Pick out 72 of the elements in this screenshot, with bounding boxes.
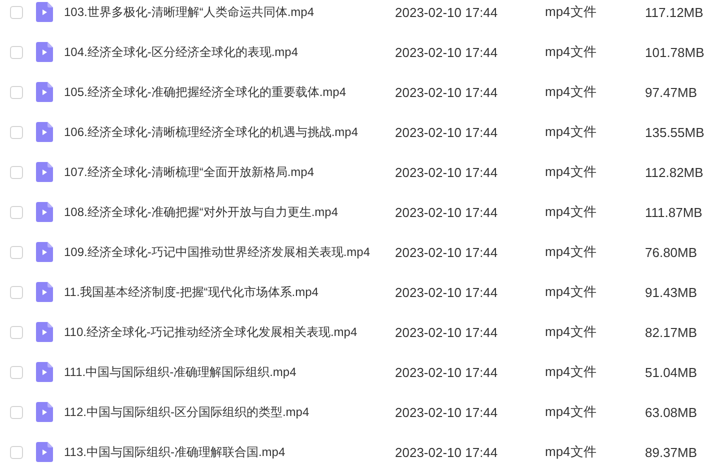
- checkbox[interactable]: [10, 86, 23, 98]
- file-name[interactable]: 105.经济全球化-准确把握经济全球化的重要载体.mp4: [64, 84, 395, 100]
- modified-date: 2023-02-10 17:44: [395, 124, 499, 140]
- modified-date: 2023-02-10 17:44: [395, 444, 499, 460]
- file-size: 117.12MB: [645, 4, 704, 20]
- file-name[interactable]: 113.中国与国际组织-准确理解联合国.mp4: [64, 444, 395, 460]
- modified-date: 2023-02-10 17:44: [395, 324, 499, 340]
- modified-date: 2023-02-10 17:44: [395, 364, 499, 380]
- file-size: 135.55MB: [645, 124, 704, 140]
- modified-date: 2023-02-10 17:44: [395, 4, 499, 20]
- file-size: 63.08MB: [645, 404, 698, 420]
- checkbox[interactable]: [10, 366, 23, 378]
- file-name[interactable]: 108.经济全球化-准确把握“对外开放与自力更生.mp4: [64, 204, 395, 220]
- file-name[interactable]: 112.中国与国际组织-区分国际组织的类型.mp4: [64, 404, 395, 420]
- checkbox[interactable]: [10, 286, 23, 298]
- modified-date: 2023-02-10 17:44: [395, 404, 499, 420]
- file-type: mp4文件: [545, 363, 598, 381]
- video-file-icon: [36, 162, 53, 182]
- video-file-icon: [36, 42, 53, 62]
- file-size: 97.47MB: [645, 84, 698, 100]
- checkbox[interactable]: [10, 406, 23, 418]
- file-size: 89.37MB: [645, 444, 698, 460]
- video-file-icon: [36, 282, 53, 302]
- video-file-icon: [36, 402, 53, 422]
- file-type: mp4文件: [545, 403, 598, 421]
- file-size: 101.78MB: [645, 44, 704, 60]
- file-type: mp4文件: [545, 83, 598, 101]
- video-file-icon: [36, 322, 53, 342]
- video-file-icon: [36, 242, 53, 262]
- modified-date: 2023-02-10 17:44: [395, 44, 499, 60]
- video-file-icon: [36, 2, 53, 22]
- video-file-icon: [36, 362, 53, 382]
- file-name[interactable]: 104.经济全球化-区分经济全球化的表现.mp4: [64, 44, 395, 60]
- file-type: mp4文件: [545, 243, 598, 261]
- file-size: 112.82MB: [645, 164, 704, 180]
- file-type: mp4文件: [545, 283, 598, 301]
- checkbox[interactable]: [10, 166, 23, 178]
- file-name[interactable]: 106.经济全球化-清晰梳理经济全球化的机遇与挑战.mp4: [64, 124, 395, 140]
- file-name[interactable]: 103.世界多极化-清晰理解“人类命运共同体.mp4: [64, 4, 395, 20]
- modified-date: 2023-02-10 17:44: [395, 284, 499, 300]
- file-type: mp4文件: [545, 323, 598, 341]
- file-type: mp4文件: [545, 163, 598, 181]
- modified-date: 2023-02-10 17:44: [395, 84, 499, 100]
- video-file-icon: [36, 202, 53, 222]
- checkbox[interactable]: [10, 326, 23, 338]
- checkbox[interactable]: [10, 246, 23, 258]
- file-type: mp4文件: [545, 3, 598, 21]
- file-name[interactable]: 111.中国与国际组织-准确理解国际组织.mp4: [64, 364, 395, 380]
- file-type: mp4文件: [545, 43, 598, 61]
- checkbox[interactable]: [10, 446, 23, 458]
- video-file-icon: [36, 442, 53, 462]
- checkbox[interactable]: [10, 46, 23, 58]
- file-type: mp4文件: [545, 123, 598, 141]
- video-file-icon: [36, 122, 53, 142]
- file-size: 91.43MB: [645, 284, 698, 300]
- file-name[interactable]: 109.经济全球化-巧记中国推动世界经济发展相关表现.mp4: [64, 244, 395, 260]
- checkbox[interactable]: [10, 6, 23, 18]
- checkbox[interactable]: [10, 206, 23, 218]
- modified-date: 2023-02-10 17:44: [395, 204, 499, 220]
- file-name[interactable]: 11.我国基本经济制度-把握“现代化市场体系.mp4: [64, 284, 395, 300]
- file-name[interactable]: 107.经济全球化-清晰梳理“全面开放新格局.mp4: [64, 164, 395, 180]
- file-type: mp4文件: [545, 203, 598, 221]
- modified-date: 2023-02-10 17:44: [395, 244, 499, 260]
- file-size: 51.04MB: [645, 364, 698, 380]
- file-size: 76.80MB: [645, 244, 698, 260]
- file-type: mp4文件: [545, 443, 598, 461]
- file-size: 82.17MB: [645, 324, 698, 340]
- file-size: 111.87MB: [645, 204, 702, 220]
- modified-date: 2023-02-10 17:44: [395, 164, 499, 180]
- checkbox[interactable]: [10, 126, 23, 138]
- video-file-icon: [36, 82, 53, 102]
- file-name[interactable]: 110.经济全球化-巧记推动经济全球化发展相关表现.mp4: [64, 324, 395, 340]
